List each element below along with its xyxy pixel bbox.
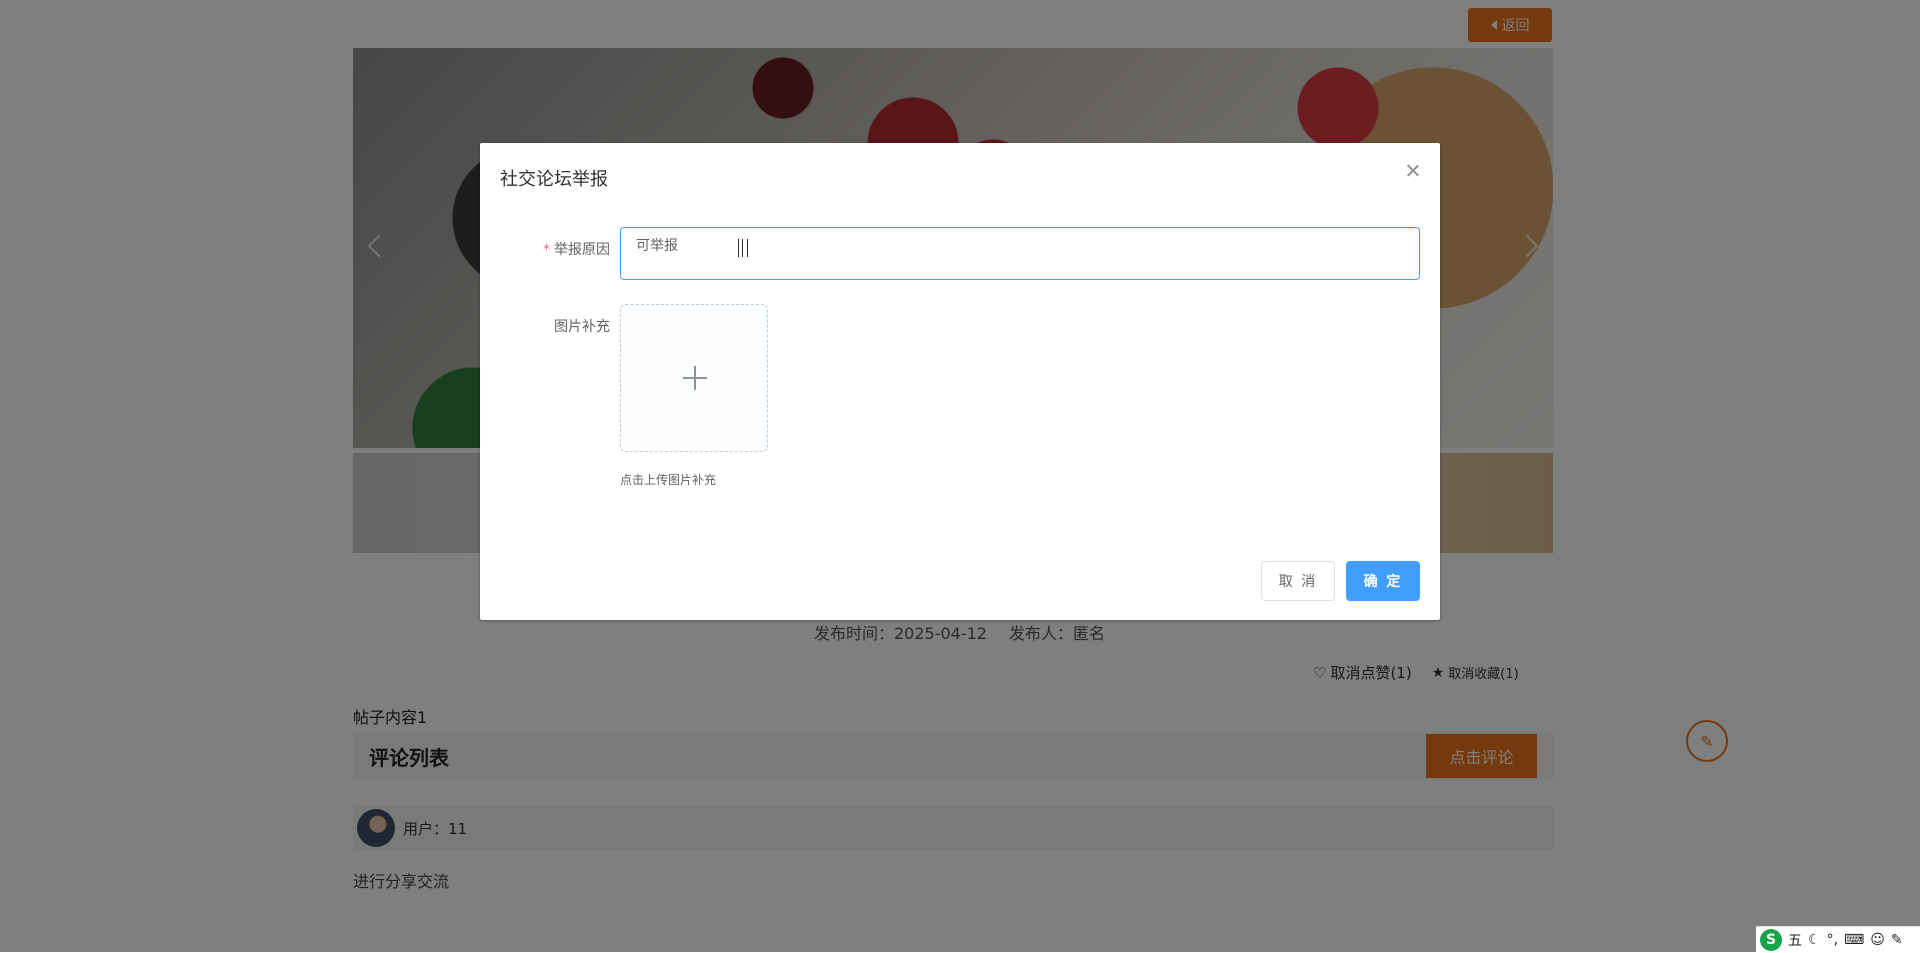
- ime-mode[interactable]: 五: [1788, 930, 1802, 950]
- image-upload-button[interactable]: [620, 304, 768, 452]
- keyboard-icon[interactable]: ⌨: [1844, 932, 1864, 948]
- close-icon[interactable]: [1406, 163, 1420, 177]
- text-cursor-icon: [738, 239, 748, 257]
- reason-label: * 举报原因: [490, 239, 610, 259]
- report-dialog: 社交论坛举报 * 举报原因 可举报 图片补充 点击上传图片补充 取 消 确 定: [480, 143, 1440, 620]
- ime-logo-icon[interactable]: S: [1760, 929, 1782, 951]
- wrench-icon[interactable]: ✎: [1891, 932, 1903, 948]
- punctuation-icon[interactable]: °,: [1827, 932, 1838, 948]
- cancel-button[interactable]: 取 消: [1261, 561, 1335, 601]
- dialog-title: 社交论坛举报: [500, 169, 608, 190]
- ime-toolbar: S 五 ☾ °, ⌨ ☺ ✎: [1756, 926, 1920, 953]
- moon-icon[interactable]: ☾: [1808, 932, 1821, 948]
- reason-label-text: 举报原因: [554, 242, 610, 258]
- required-mark: *: [543, 242, 550, 258]
- image-label: 图片补充: [554, 319, 610, 335]
- confirm-button[interactable]: 确 定: [1346, 561, 1420, 601]
- plus-icon-vertical: [694, 366, 696, 390]
- user-icon[interactable]: ☺: [1870, 932, 1885, 948]
- upload-tip: 点击上传图片补充: [620, 473, 717, 487]
